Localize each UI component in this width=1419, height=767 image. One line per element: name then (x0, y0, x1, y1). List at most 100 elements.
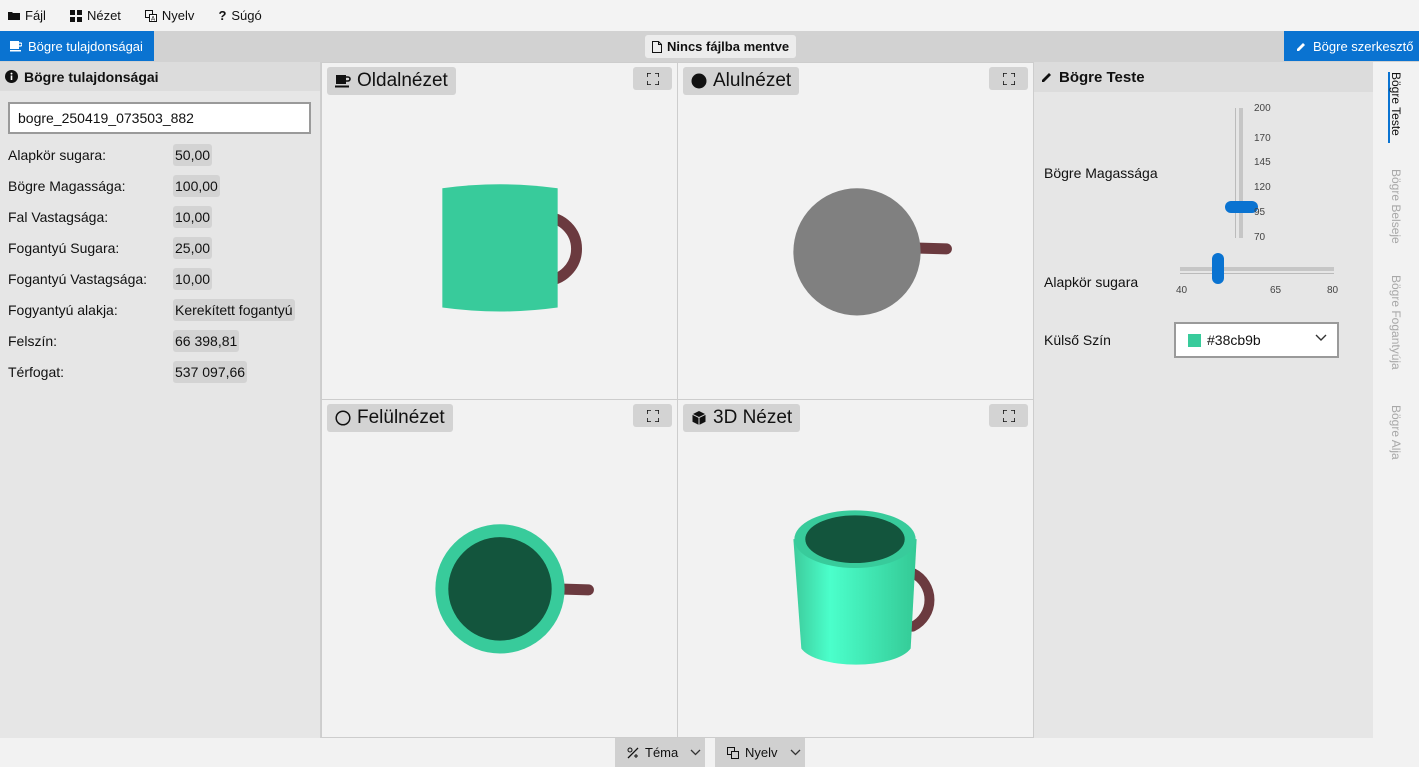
color-swatch (1188, 333, 1201, 347)
prop-value: 10,00 (173, 267, 213, 290)
question-icon: ? (218, 8, 227, 23)
height-tick: 200 (1254, 103, 1271, 114)
prop-row-wall-thickness: Fal Vastagsága: 10,00 (8, 204, 313, 229)
radius-slider-track (1180, 267, 1334, 271)
menu-view-label: Nézet (86, 8, 121, 23)
menu-file[interactable]: Fájl (6, 0, 56, 31)
expand-3d-view-button[interactable] (989, 404, 1028, 427)
editor-header: Bögre Teste (1034, 62, 1373, 92)
properties-header: Bögre tulajdonságai (0, 62, 320, 91)
menu-language[interactable]: A Nyelv (143, 0, 205, 31)
height-slider-track (1239, 108, 1243, 238)
side-tab-mug-interior[interactable]: Bögre Belseje (1373, 169, 1419, 244)
cube-icon (692, 411, 706, 425)
prop-row-surface: Felszín: 66 398,81 (8, 328, 313, 353)
prop-label: Fogyantyú alakja: (8, 301, 118, 318)
theme-button[interactable]: Téma (615, 738, 705, 767)
mug-interior (448, 537, 552, 641)
side-view-title: Oldalnézet (327, 67, 456, 95)
prop-label: Fogantyú Vastagsága: (8, 270, 148, 287)
file-status-badge: Nincs fájlba mentve (645, 35, 797, 58)
3d-view-canvas[interactable] (678, 400, 1033, 737)
chevron-down-icon (790, 749, 800, 756)
radius-slider-thumb[interactable] (1212, 253, 1224, 284)
menu-file-label: Fájl (25, 8, 46, 23)
theme-icon (627, 747, 639, 758)
theme-label: Téma (645, 745, 679, 760)
height-tick: 120 (1254, 182, 1271, 193)
editor-title: Bögre Teste (1059, 68, 1145, 86)
prop-label: Alapkör sugara: (8, 146, 107, 163)
chevron-down-icon (690, 749, 701, 756)
side-tab-label: Bögre Fogantyúja (1389, 275, 1403, 370)
radius-tick: 80 (1327, 285, 1339, 296)
tab-mug-properties[interactable]: Bögre tulajdonságai (0, 31, 154, 61)
menu-language-label: Nyelv (161, 8, 195, 23)
bottom-view-label: Alulnézet (713, 70, 792, 91)
prop-value: 10,00 (173, 205, 213, 228)
3d-view-label: 3D Nézet (713, 407, 793, 428)
fullscreen-icon (646, 409, 659, 422)
prop-value: 66 398,81 (173, 329, 240, 352)
translate-icon: A (144, 9, 157, 22)
prop-label: Fogantyú Sugara: (8, 239, 120, 256)
expand-top-view-button[interactable] (633, 404, 672, 427)
side-tab-label: Bögre Belseje (1389, 169, 1403, 244)
prop-row-handle-radius: Fogantyú Sugara: 25,00 (8, 235, 313, 260)
pencil-icon (1042, 73, 1051, 82)
info-icon (5, 70, 18, 83)
translate-icon (727, 746, 739, 759)
prop-value: 100,00 (173, 174, 220, 197)
filled-circle-icon (691, 73, 707, 89)
tab-mug-properties-label: Bögre tulajdonságai (28, 38, 143, 54)
language-button[interactable]: Nyelv (715, 738, 805, 767)
bottom-view-canvas[interactable] (678, 63, 1033, 399)
top-view-canvas[interactable] (322, 400, 677, 737)
prop-value: Kerekített fogantyú (173, 298, 295, 321)
side-tab-mug-handle[interactable]: Bögre Fogantyúja (1373, 275, 1419, 370)
menu-help-label: Súgó (231, 8, 262, 23)
top-view-title: Felülnézet (327, 404, 453, 432)
file-status-label: Nincs fájlba mentve (667, 39, 790, 54)
height-slider-label: Bögre Magassága (1044, 165, 1158, 181)
mug-icon (10, 40, 22, 51)
properties-title: Bögre tulajdonságai (24, 68, 159, 85)
expand-bottom-view-button[interactable] (989, 67, 1028, 90)
outer-color-label: Külső Szín (1044, 332, 1111, 348)
radius-slider[interactable]: 40 65 80 (1174, 252, 1344, 302)
document-icon (652, 40, 662, 53)
side-tab-mug-bottom[interactable]: Bögre Alja (1373, 405, 1419, 460)
bottom-bar: Téma Nyelv (0, 738, 1419, 767)
expand-side-view-button[interactable] (633, 67, 672, 90)
fullscreen-icon (1002, 72, 1015, 85)
mug-body (442, 184, 558, 312)
prop-label: Felszín: (8, 332, 58, 349)
tab-bar: Bögre tulajdonságai Nincs fájlba mentve … (0, 31, 1419, 62)
menu-bar: Fájl Nézet A Nyelv ? Súgó (0, 0, 1419, 31)
language-label: Nyelv (745, 745, 778, 760)
prop-label: Fal Vastagsága: (8, 208, 109, 225)
outer-color-select[interactable]: #38cb9b (1174, 322, 1339, 358)
mug-icon (335, 75, 351, 88)
radius-slider-label: Alapkör sugara (1044, 274, 1139, 290)
side-tab-mug-body[interactable]: Bögre Teste (1373, 72, 1419, 136)
side-view-canvas[interactable] (322, 63, 677, 399)
menu-help[interactable]: ? Súgó (216, 0, 271, 31)
fullscreen-icon (1002, 409, 1015, 422)
menu-view[interactable]: Nézet (68, 0, 131, 31)
prop-row-base-radius: Alapkör sugara: 50,00 (8, 142, 313, 167)
bottom-view-panel: Alulnézet (677, 62, 1034, 400)
prop-label: Térfogat: (8, 363, 65, 380)
mug-name-input[interactable] (8, 102, 311, 134)
prop-row-volume: Térfogat: 537 097,66 (8, 359, 313, 384)
tab-mug-editor[interactable]: Bögre szerkesztő (1284, 31, 1419, 61)
folder-icon (8, 11, 20, 20)
side-view-panel: Oldalnézet (321, 62, 678, 400)
height-tick: 170 (1254, 133, 1271, 144)
prop-value: 537 097,66 (173, 360, 248, 383)
radius-tick: 40 (1176, 285, 1188, 296)
bottom-view-title: Alulnézet (683, 67, 800, 95)
height-slider[interactable]: 200 170 145 120 95 70 (1224, 103, 1294, 244)
top-view-label: Felülnézet (357, 407, 445, 428)
prop-value: 50,00 (173, 143, 213, 166)
